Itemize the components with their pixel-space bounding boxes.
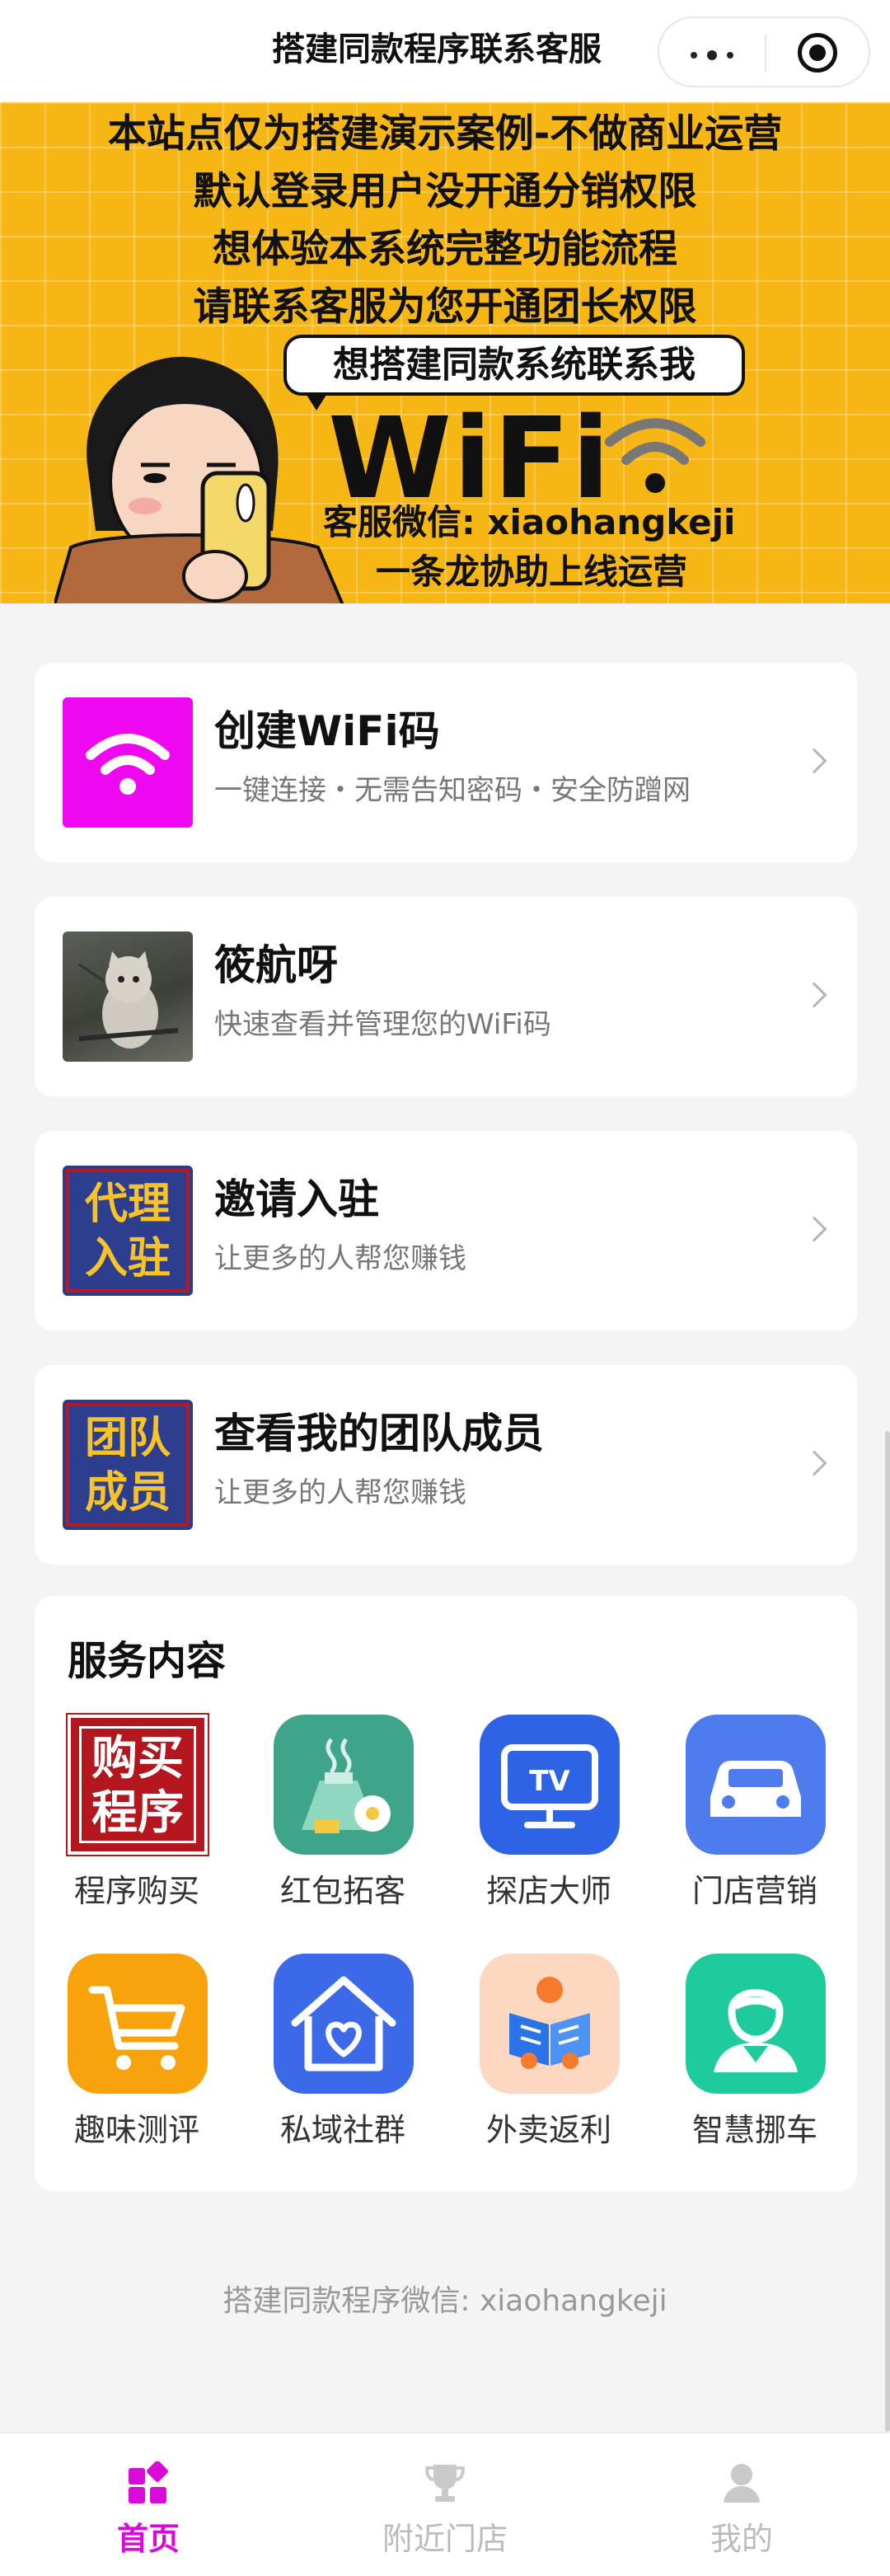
aroma-bottle-icon [274, 1715, 414, 1855]
card-profile[interactable]: 筱航呀 快速查看并管理您的WiFi码 [35, 897, 857, 1096]
service-label: 探店大师 [485, 1873, 611, 1909]
service-program-buy[interactable]: 购买 程序 程序购买 [54, 1715, 219, 1929]
card-subtitle: 让更多的人帮您赚钱 [214, 1242, 466, 1275]
page-title: 搭建同款程序联系客服 [272, 30, 602, 68]
banner-line-3: 想体验本系统完整功能流程 [213, 227, 677, 272]
service-label: 程序购买 [73, 1873, 199, 1909]
wifi-icon [63, 697, 193, 828]
services-title: 服务内容 [68, 1638, 227, 1684]
service-label: 私域社群 [279, 2112, 405, 2148]
service-store-marketing[interactable]: 门店营销 [672, 1715, 837, 1929]
tab-nearby-stores[interactable]: 附近门店 [297, 2433, 593, 2576]
card-team-members[interactable]: 团队 成员 查看我的团队成员 让更多的人帮您赚钱 [35, 1365, 857, 1565]
card-subtitle: 快速查看并管理您的WiFi码 [214, 1008, 551, 1041]
card-title: 查看我的团队成员 [214, 1410, 544, 1457]
service-label: 红包拓客 [279, 1873, 405, 1909]
service-private-community[interactable]: 私域社群 [260, 1954, 425, 2168]
person-icon [686, 1954, 826, 2094]
card-title: 筱航呀 [214, 941, 338, 989]
chevron-right-icon [801, 982, 827, 1008]
service-takeout-rebate[interactable]: 外卖返利 [466, 1954, 631, 2168]
card-title: 创建WiFi码 [214, 707, 440, 755]
service-label: 趣味测评 [73, 2112, 199, 2148]
home-grid-icon [129, 2461, 168, 2503]
tv-icon: TV [480, 1715, 620, 1855]
car-icon [686, 1715, 826, 1855]
wifi-signal-icon [605, 418, 705, 493]
more-dots-icon[interactable] [691, 50, 737, 60]
buy-program-icon: 购买 程序 [68, 1715, 208, 1855]
team-badge-image: 团队 成员 [63, 1400, 193, 1530]
reading-person-icon [480, 1954, 620, 2094]
buy-icon-line-1: 购买 [91, 1732, 184, 1785]
badge-line-2: 入驻 [84, 1234, 171, 1283]
service-red-packet[interactable]: 红包拓客 [260, 1715, 425, 1929]
tab-label: 附近门店 [382, 2521, 508, 2557]
services-panel: 服务内容 购买 程序 程序购买 红包拓客 TV 探店大师 门店营销 趣味测评 私… [35, 1596, 857, 2191]
trophy-icon [424, 2465, 466, 2502]
promo-banner[interactable]: 本站点仅为搭建演示案例-不做商业运营 默认登录用户没开通分销权限 想体验本系统完… [0, 102, 890, 603]
banner-contact: 客服微信: xiaohangkeji [323, 502, 736, 542]
house-heart-icon [274, 1954, 414, 2094]
tab-label: 首页 [116, 2521, 180, 2557]
service-label: 外卖返利 [485, 2112, 611, 2148]
tab-mine[interactable]: 我的 [593, 2433, 890, 2576]
service-shop-explore[interactable]: TV 探店大师 [466, 1715, 631, 1929]
banner-line-4: 请联系客服为您开通团长权限 [193, 284, 697, 330]
close-target-icon[interactable] [798, 33, 837, 73]
agent-badge-image: 代理 入驻 [63, 1166, 193, 1296]
scrollbar[interactable] [885, 1431, 890, 2432]
tv-text: TV [529, 1765, 570, 1798]
tab-home[interactable]: 首页 [0, 2433, 297, 2576]
badge-line-1: 代理 [84, 1180, 171, 1229]
bottom-tab-bar: 首页 附近门店 我的 [0, 2432, 890, 2576]
service-label: 智慧挪车 [691, 2112, 817, 2148]
capsule-divider [765, 35, 766, 73]
cart-icon [68, 1954, 208, 2094]
banner-line-1: 本站点仅为搭建演示案例-不做商业运营 [107, 111, 783, 157]
user-icon [724, 2464, 760, 2503]
card-subtitle: 让更多的人帮您赚钱 [214, 1476, 466, 1509]
chevron-right-icon [801, 1450, 827, 1476]
cat-avatar-image [63, 931, 193, 1062]
mini-program-capsule [658, 16, 870, 87]
banner-line-2: 默认登录用户没开通分销权限 [193, 169, 697, 214]
chevron-right-icon [801, 1216, 827, 1242]
card-subtitle: 一键连接・无需告知密码・安全防蹭网 [214, 774, 691, 807]
banner-slogan: 一条龙协助上线运营 [376, 551, 688, 592]
service-label: 门店营销 [691, 1873, 817, 1909]
card-invite[interactable]: 代理 入驻 邀请入驻 让更多的人帮您赚钱 [35, 1131, 857, 1330]
card-create-wifi[interactable]: 创建WiFi码 一键连接・无需告知密码・安全防蹭网 [35, 663, 857, 862]
footer-contact-note: 搭建同款程序微信: xiaohangkeji [222, 2284, 668, 2318]
chevron-right-icon [801, 748, 827, 774]
badge-line-1: 团队 [84, 1414, 171, 1463]
buy-icon-line-2: 程序 [91, 1786, 184, 1840]
tab-label: 我的 [710, 2521, 773, 2557]
cartoon-person-illustration [54, 356, 344, 603]
badge-line-2: 成员 [84, 1468, 171, 1518]
service-fun-review[interactable]: 趣味测评 [54, 1954, 219, 2168]
card-title: 邀请入驻 [214, 1175, 379, 1223]
service-smart-move-car[interactable]: 智慧挪车 [672, 1954, 837, 2168]
top-navigation-bar: 搭建同款程序联系客服 [0, 0, 890, 102]
speech-bubble: 想搭建同款系统联系我 [283, 335, 745, 411]
